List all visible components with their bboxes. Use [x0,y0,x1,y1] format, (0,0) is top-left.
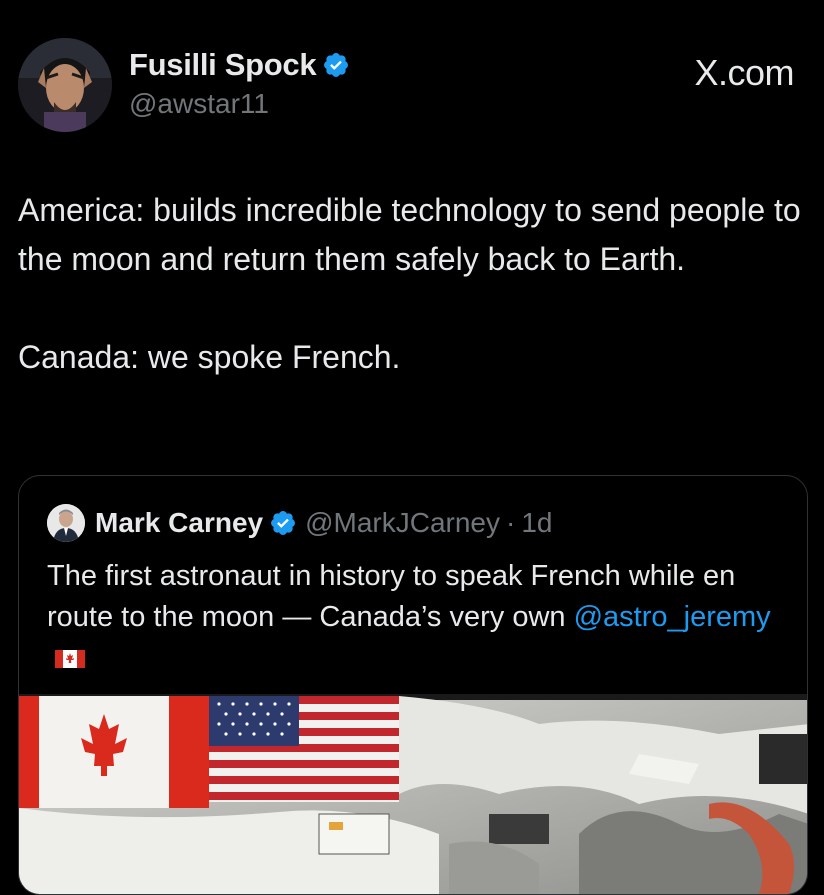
tweet-paragraph: Canada: we spoke French. [18,339,401,375]
author-info: Fusilli Spock @awstar11 [129,46,350,120]
quoted-media-image[interactable] [19,694,807,894]
quoted-tweet-card[interactable]: Mark Carney @MarkJCarney · 1d The first … [18,475,808,895]
author-avatar[interactable] [18,38,112,132]
verified-badge-icon [324,53,349,77]
canada-flag-in-photo [19,696,209,808]
verified-badge-icon [271,511,296,535]
separator-dot: · [506,507,516,538]
author-handle[interactable]: @awstar11 [129,88,350,120]
canada-flag-icon [55,639,85,680]
avatar-portrait-image [18,38,112,132]
site-label: X.com [694,52,794,93]
quoted-author-name[interactable]: Mark Carney [95,507,263,539]
quoted-avatar-image [47,504,85,542]
quoted-author-handle[interactable]: @MarkJCarney [305,507,500,539]
us-flag-in-photo [209,696,399,802]
mention-link[interactable]: @astro_jeremy [574,601,771,633]
quoted-tweet-header: Mark Carney @MarkJCarney · 1d [47,504,552,542]
tweet-paragraph: America: builds incredible technology to… [18,192,801,277]
tweet-body: America: builds incredible technology to… [18,186,808,382]
author-display-name[interactable]: Fusilli Spock [129,47,317,83]
astronaut-capsule-photo [19,694,807,894]
tweet-header: Fusilli Spock @awstar11 X.com [18,38,808,134]
quoted-tweet-text: The first astronaut in history to speak … [47,556,787,680]
quoted-author-avatar[interactable] [47,504,85,542]
quoted-timestamp[interactable]: 1d [521,507,552,539]
